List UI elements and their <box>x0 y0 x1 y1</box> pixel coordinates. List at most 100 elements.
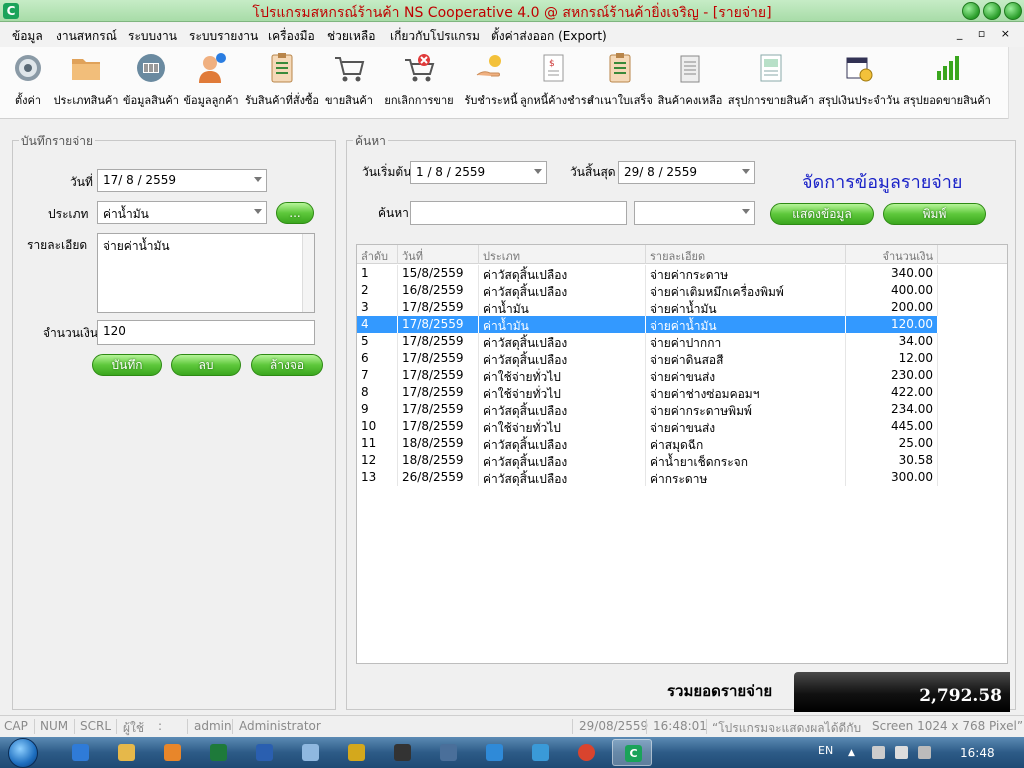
column-header-type[interactable]: ประเภท <box>479 245 646 264</box>
toolbar-customers-button[interactable]: ข้อมูลลูกค้า <box>182 51 240 111</box>
clear-button[interactable]: ล้างจอ <box>251 354 323 376</box>
toolbar-debtors-button[interactable]: $ ลูกหนี้ค้างชำระ <box>520 51 593 111</box>
cell-date: 17/8/2559 <box>398 316 479 333</box>
menu-data[interactable]: ข้อมูล <box>12 27 43 46</box>
taskbar-app[interactable] <box>520 739 560 766</box>
close-button[interactable] <box>1004 2 1022 20</box>
toolbar-scrollbar[interactable] <box>1008 47 1024 119</box>
menu-help[interactable]: ช่วยเหลือ <box>327 27 376 46</box>
toolbar-sell-button[interactable]: ขายสินค้า <box>323 51 375 111</box>
menu-reports[interactable]: ระบบรายงาน <box>189 27 258 46</box>
toolbar-inventory-button[interactable]: สินค้าคงเหลือ <box>656 51 724 111</box>
toolbar-label: ข้อมูลสินค้า <box>123 94 179 107</box>
toolbar-daily-cash-button[interactable]: สรุปเงินประจำวัน <box>817 51 901 111</box>
search-input[interactable] <box>410 201 627 225</box>
taskbar-camera[interactable] <box>382 739 422 766</box>
table-row[interactable]: 8 17/8/2559 ค่าใช้จ่ายทั่วไป จ่ายค่าช่างซ่อ… <box>357 384 938 401</box>
table-row[interactable]: 9 17/8/2559 ค่าวัสดุสิ้นเปลือง จ่ายค่ากระดา… <box>357 401 938 418</box>
toolbar-receive-orders-button[interactable]: รับสินค้าที่สั่งซื้อ <box>242 51 322 111</box>
table-row[interactable]: 6 17/8/2559 ค่าวัสดุสิ้นเปลือง จ่ายค่าดินสอ… <box>357 350 938 367</box>
cart-icon <box>335 57 365 82</box>
search-filter-select[interactable] <box>634 201 755 225</box>
table-row[interactable]: 10 17/8/2559 ค่าใช้จ่ายทั่วไป จ่ายค่าขนส่ง 4… <box>357 418 938 435</box>
cell-detail: ค่าน้ำยาเช็ดกระจก <box>646 452 846 469</box>
maximize-button[interactable] <box>983 2 1001 20</box>
menu-cooperative[interactable]: งานสหกรณ์ <box>56 27 117 46</box>
cell-detail: จ่ายค่ากระดาษ <box>646 265 846 282</box>
cell-detail: จ่ายค่ากระดาษพิมพ์ <box>646 401 846 418</box>
status-separator <box>646 719 647 734</box>
toolbar-product-types-button[interactable]: ประเภทสินค้า <box>52 51 120 111</box>
amount-input[interactable]: 120 <box>97 320 315 345</box>
taskbar-monitor[interactable] <box>428 739 468 766</box>
toolbar-sales-summary-button[interactable]: สรุปการขายสินค้า <box>726 51 816 111</box>
taskbar-network[interactable] <box>474 739 514 766</box>
table-row[interactable]: 12 18/8/2559 ค่าวัสดุสิ้นเปลือง ค่าน้ำยาเช็… <box>357 452 938 469</box>
taskbar-ie[interactable] <box>60 739 100 766</box>
cell-amount: 120.00 <box>846 316 938 333</box>
textarea-scrollbar[interactable] <box>302 234 314 312</box>
save-button[interactable]: บันทึก <box>92 354 162 376</box>
expense-entry-group: บันทึกรายจ่าย <box>12 132 336 710</box>
window-title: โปรแกรมสหกรณ์ร้านค้า NS Cooperative 4.0 … <box>252 5 772 21</box>
volume-icon[interactable] <box>895 746 908 759</box>
column-header-index[interactable]: ลำดับ <box>357 245 398 264</box>
taskbar-chrome[interactable] <box>566 739 606 766</box>
toolbar-receive-payment-button[interactable]: รับชำระหนี้ <box>464 51 518 111</box>
taskbar-explorer[interactable] <box>106 739 146 766</box>
network-tray-icon[interactable] <box>918 746 931 759</box>
cell-date: 17/8/2559 <box>398 299 479 316</box>
table-row[interactable]: 4 17/8/2559 ค่าน้ำมัน จ่ายค่าน้ำมัน 120.00 <box>357 316 938 333</box>
date-picker[interactable]: 17/ 8 / 2559 <box>97 169 267 192</box>
table-row[interactable]: 11 18/8/2559 ค่าวัสดุสิ้นเปลือง ค่าสมุดฉีก 2… <box>357 435 938 452</box>
taskbar-excel[interactable] <box>198 739 238 766</box>
table-row[interactable]: 3 17/8/2559 ค่าน้ำมัน จ่ายค่าน้ำมัน 200.00 <box>357 299 938 316</box>
column-header-amount[interactable]: จำนวนเงิน <box>846 245 938 264</box>
toolbar-receipt-copy-button[interactable]: สำเนาใบเสร็จ <box>586 51 654 111</box>
detail-textarea[interactable]: จ่ายค่าน้ำมัน <box>97 233 315 313</box>
total-value: 2,792.58 <box>919 686 1002 706</box>
menu-export[interactable]: ตั้งค่าส่งออก (Export) <box>491 27 607 46</box>
table-row[interactable]: 2 16/8/2559 ค่าวัสดุสิ้นเปลือง จ่ายค่าเติมห… <box>357 282 938 299</box>
browse-type-button[interactable]: ... <box>276 202 314 224</box>
type-select[interactable]: ค่าน้ำมัน <box>97 201 267 224</box>
toolbar-settings-button[interactable]: ตั้งค่า <box>8 51 48 111</box>
print-button[interactable]: พิมพ์ <box>883 203 986 225</box>
toolbar-label: สำเนาใบเสร็จ <box>587 94 653 107</box>
table-row[interactable]: 1 15/8/2559 ค่าวัสดุสิ้นเปลือง จ่ายค่ากระดา… <box>357 265 938 282</box>
chevron-down-icon <box>254 209 262 214</box>
menu-tools[interactable]: เครื่องมือ <box>268 27 315 46</box>
expense-table[interactable]: ลำดับ วันที่ ประเภท รายละเอียด จำนวนเงิน… <box>356 244 1008 664</box>
svg-text:$: $ <box>549 59 555 69</box>
browser-icon <box>72 744 89 761</box>
column-header-date[interactable]: วันที่ <box>398 245 479 264</box>
start-button[interactable] <box>8 738 38 768</box>
table-row[interactable]: 13 26/8/2559 ค่าวัสดุสิ้นเปลือง ค่ากระดาษ 30… <box>357 469 938 486</box>
taskbar-word[interactable] <box>244 739 284 766</box>
table-row[interactable]: 7 17/8/2559 ค่าใช้จ่ายทั่วไป จ่ายค่าขนส่ง 23… <box>357 367 938 384</box>
toolbar-sales-total-button[interactable]: สรุปยอดขายสินค้า <box>902 51 992 111</box>
language-indicator[interactable]: EN <box>818 744 833 757</box>
table-row[interactable]: 5 17/8/2559 ค่าวัสดุสิ้นเปลือง จ่ายค่าปากกา… <box>357 333 938 350</box>
taskbar-paint[interactable] <box>290 739 330 766</box>
menu-about[interactable]: เกี่ยวกับโปรแกรม <box>390 27 480 46</box>
column-header-detail[interactable]: รายละเอียด <box>646 245 846 264</box>
clock[interactable]: 16:48 <box>960 746 995 760</box>
action-center-icon[interactable] <box>872 746 885 759</box>
mdi-window-controls[interactable]: _ ▫ × <box>957 27 1016 40</box>
show-data-button[interactable]: แสดงข้อมูล <box>770 203 874 225</box>
start-date-picker[interactable]: 1 / 8 / 2559 <box>410 161 547 184</box>
tray-expand-icon[interactable]: ▲ <box>848 748 861 761</box>
cell-amount: 300.00 <box>846 469 938 486</box>
taskbar-cooperative[interactable]: C <box>612 739 652 766</box>
delete-button[interactable]: ลบ <box>171 354 241 376</box>
taskbar-media[interactable] <box>152 739 192 766</box>
minimize-button[interactable] <box>962 2 980 20</box>
taskbar-key[interactable] <box>336 739 376 766</box>
end-date-picker[interactable]: 29/ 8 / 2559 <box>618 161 755 184</box>
customer-icon <box>199 53 226 83</box>
toolbar-products-button[interactable]: ข้อมูลสินค้า <box>121 51 181 111</box>
menu-system[interactable]: ระบบงาน <box>128 27 177 46</box>
toolbar-cancel-sale-button[interactable]: ยกเลิกการขาย <box>376 51 462 111</box>
key-icon <box>348 744 365 761</box>
